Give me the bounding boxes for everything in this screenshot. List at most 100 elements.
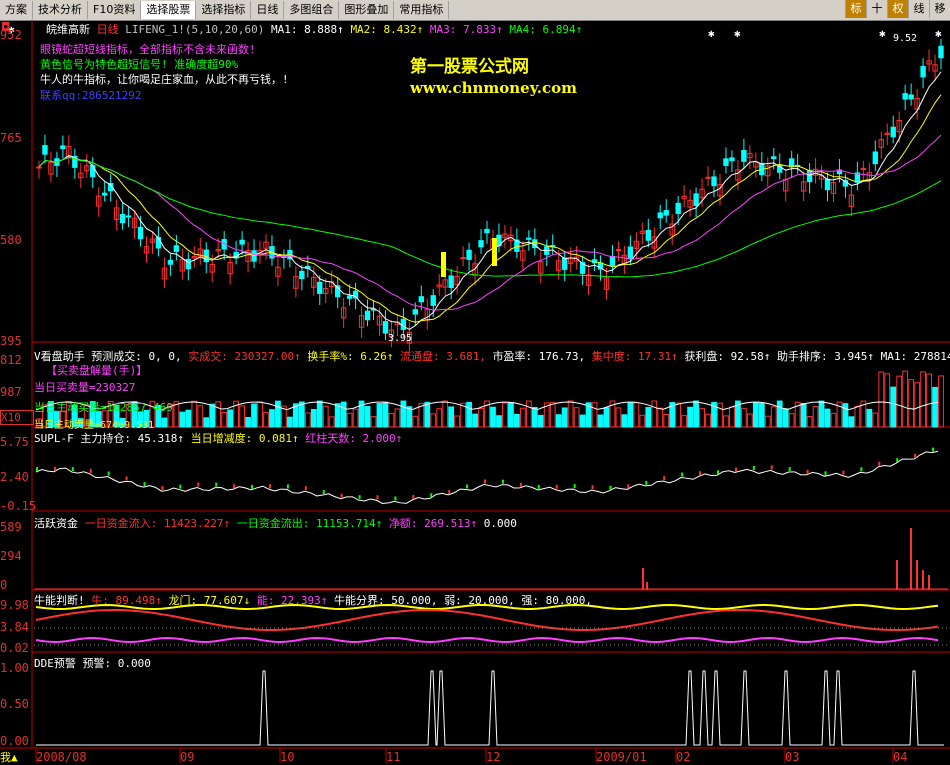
star-marker: ✱	[879, 27, 886, 40]
volume-bar	[824, 408, 831, 428]
volume-bar	[436, 408, 443, 428]
candle-body	[705, 176, 711, 179]
volume-bar	[687, 406, 694, 428]
candle-body	[119, 213, 126, 224]
supl-bar	[268, 484, 271, 489]
volume-bar	[466, 401, 472, 428]
supl-bar	[197, 482, 200, 487]
volume-bar	[412, 415, 419, 428]
supl-bar	[466, 484, 469, 489]
volume-bar	[627, 402, 634, 428]
supl-bar	[36, 467, 38, 471]
candle-body	[60, 145, 66, 149]
candle-body	[299, 270, 305, 280]
candle-body	[771, 156, 777, 160]
volume-bar	[221, 411, 228, 428]
volume-bar	[251, 403, 257, 428]
dde-title: DDE预警	[34, 657, 76, 670]
candle-body	[364, 310, 371, 321]
volume-bar	[496, 415, 502, 428]
volume-bar	[519, 407, 526, 428]
volume-bar	[310, 408, 317, 428]
candle-body	[173, 245, 180, 252]
candle-body	[872, 151, 878, 165]
volume-bar	[926, 373, 932, 428]
volume-bar	[723, 415, 729, 428]
active-ytick: 0	[0, 578, 8, 592]
volume-bar	[346, 412, 353, 428]
dde-header: DDE预警 预警: 0.000	[34, 655, 151, 671]
volume-bar	[316, 400, 323, 428]
candle-body	[448, 275, 454, 289]
active-inflow: 一日资金流入: 11423.227↑	[84, 517, 231, 530]
volume-bar	[615, 407, 622, 428]
ma-line	[38, 134, 942, 311]
chart-canvas[interactable]: ✱ ✱ ✱ ✱ ✱	[0, 0, 950, 763]
bull-ytick: 0.02	[0, 641, 29, 655]
supl-bar	[609, 485, 612, 490]
supl-bar	[358, 495, 361, 500]
supl-bar	[555, 484, 558, 489]
vol-float: 流通盘: 3.681,	[399, 350, 486, 363]
supl-bar	[286, 484, 289, 489]
supl-ytick: -0.15	[0, 499, 37, 513]
main-ytick: 952	[0, 28, 22, 42]
candle-body	[902, 93, 908, 100]
volume-bar	[537, 414, 544, 428]
candle-body	[317, 281, 323, 294]
candle-body	[920, 65, 926, 78]
period-label[interactable]: 日线	[97, 23, 119, 36]
volume-bar	[239, 405, 245, 428]
volume-bar	[334, 403, 341, 428]
candle-body	[711, 176, 717, 187]
volume-bar	[884, 373, 891, 428]
volume-bar	[663, 414, 670, 428]
volume-bar	[746, 413, 753, 428]
stock-name: 皖维高新	[46, 23, 90, 36]
date-tick: 2008/08	[36, 750, 87, 764]
volume-bar	[812, 406, 819, 428]
supl-ytick: 2.40	[0, 470, 29, 484]
supl-bar	[681, 472, 684, 477]
volume-bar	[549, 402, 556, 428]
candle-body	[723, 158, 729, 166]
vol-pe: 市盈率: 176.73,	[492, 350, 586, 363]
supl-inc: 当日增减度: 0.081↑	[190, 432, 299, 445]
supl-bar	[179, 484, 182, 489]
low-label: 3.95	[388, 333, 413, 344]
volume-bar	[513, 413, 520, 428]
main-ytick: 580	[0, 233, 22, 247]
supl-bar	[537, 484, 540, 489]
capital-bar	[922, 570, 924, 590]
corner-text: 我	[0, 751, 11, 764]
capital-bar	[910, 528, 912, 590]
candle-body	[102, 192, 108, 196]
candle-body	[806, 169, 813, 183]
candle-body	[741, 149, 747, 162]
note-4: 联系qq:286521292	[40, 89, 142, 102]
volume-bar	[657, 407, 664, 428]
watermark-url[interactable]: www.chnmoney.com	[410, 79, 577, 97]
dde-ytick: 0.00	[0, 734, 29, 748]
vol-line1: 【买卖盘解量(手)】	[46, 364, 148, 377]
energy-value: 能: 22.393↑	[256, 594, 328, 607]
supl-bar	[340, 493, 343, 498]
vol-ytick: 812	[0, 353, 22, 367]
volume-bar	[370, 416, 377, 428]
volume-bar	[729, 406, 735, 428]
candle-body	[526, 237, 532, 240]
vol-scale[interactable]: X10	[0, 410, 34, 425]
vol-turnover: 换手率%: 6.26↑	[307, 350, 394, 363]
volume-bar	[161, 417, 168, 428]
candle-body	[561, 257, 568, 270]
volume-bar	[770, 406, 777, 428]
volume-bar	[561, 407, 568, 428]
date-tick: 2009/01	[596, 750, 647, 764]
volume-bar	[890, 386, 897, 428]
volume-bar	[752, 401, 759, 428]
candle-body	[478, 240, 484, 248]
supl-ytick: 5.75	[0, 435, 29, 449]
candle-body	[382, 321, 389, 334]
volume-bar	[442, 400, 449, 428]
signal-bar	[441, 252, 446, 277]
